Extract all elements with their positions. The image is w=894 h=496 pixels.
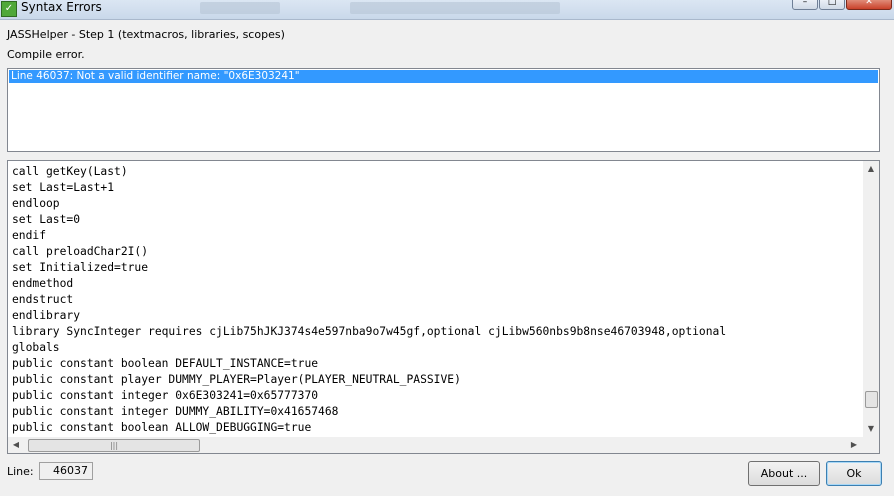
error-list[interactable]: Line 46037: Not a valid identifier name:… [7, 68, 880, 152]
step-label: JASSHelper - Step 1 (textmacros, librari… [7, 28, 285, 41]
scrollbar-corner [863, 437, 879, 453]
code-line: set Last=Last+1 [12, 181, 115, 194]
maximize-button[interactable]: □ [819, 0, 845, 10]
code-line: public constant player DUMMY_PLAYER=Play… [12, 373, 461, 386]
code-line: public constant boolean DEFAULT_INSTANCE… [12, 357, 319, 370]
vertical-scrollbar[interactable]: ▲ ▼ [863, 161, 879, 437]
line-number-field: 46037 [39, 462, 93, 480]
code-line: public constant boolean ALLOW_DEBUGGING=… [12, 421, 312, 434]
background-window-fragment [350, 2, 560, 14]
line-label: Line: [7, 465, 34, 478]
close-button[interactable]: ✕ [846, 0, 892, 10]
code-line: endstruct [12, 293, 74, 306]
about-button[interactable]: About ... [748, 461, 820, 486]
code-line: endif [12, 229, 47, 242]
error-item-selected[interactable]: Line 46037: Not a valid identifier name:… [9, 70, 878, 83]
vertical-scroll-thumb[interactable] [865, 391, 878, 408]
code-line: call getKey(Last) [12, 165, 128, 178]
ok-button[interactable]: Ok [826, 461, 882, 486]
scroll-down-icon[interactable]: ▼ [863, 423, 879, 435]
horizontal-scrollbar[interactable]: ◀ ||| ▶ [8, 437, 863, 453]
code-text: call getKey(Last) set Last=Last+1 endloop s… [12, 164, 860, 436]
code-line: set Initialized=true [12, 261, 149, 274]
background-window-fragment [200, 2, 280, 14]
code-line: set Last=0 [12, 213, 81, 226]
scroll-up-icon[interactable]: ▲ [863, 163, 879, 175]
horizontal-scroll-thumb[interactable]: ||| [28, 439, 200, 452]
title-bar: ✓ Syntax Errors – □ ✕ [0, 0, 894, 20]
window-title: Syntax Errors [21, 0, 102, 14]
minimize-button[interactable]: – [792, 0, 818, 10]
code-line: endloop [12, 197, 60, 210]
code-line: public constant integer 0x6E303241=0x657… [12, 389, 319, 402]
code-view[interactable]: call getKey(Last) set Last=Last+1 endloop s… [7, 160, 880, 454]
code-line: endmethod [12, 277, 74, 290]
code-line: public constant integer DUMMY_ABILITY=0x… [12, 405, 339, 418]
code-line: call preloadChar2I() [12, 245, 149, 258]
compile-status: Compile error. [7, 48, 85, 61]
code-line: library SyncInteger requires cjLib75hJKJ… [12, 325, 733, 338]
app-icon: ✓ [1, 1, 17, 17]
code-line: globals [12, 341, 60, 354]
code-line: endlibrary [12, 309, 81, 322]
scroll-right-icon[interactable]: ▶ [848, 437, 860, 453]
scroll-left-icon[interactable]: ◀ [10, 437, 22, 453]
